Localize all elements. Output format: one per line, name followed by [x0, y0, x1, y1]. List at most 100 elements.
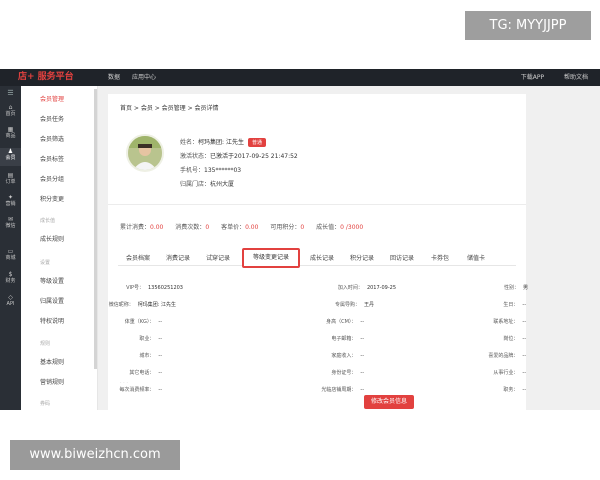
- field-label: 身份证号：: [331, 370, 357, 376]
- submenu-privilege-description[interactable]: 特权说明: [40, 318, 64, 326]
- field-label: 光临店铺周期：: [321, 387, 357, 393]
- breadcrumb: 首页 > 会员 > 会员管理 > 会员详情: [120, 105, 219, 112]
- profile-name-row: 姓名：柯玛集团: 江先生 普通: [180, 137, 266, 147]
- submenu-member-tags[interactable]: 会员标签: [40, 156, 64, 164]
- nav-data[interactable]: 数据: [108, 74, 120, 81]
- stat-points-value: 0: [300, 224, 305, 231]
- field-label: 生日：: [503, 302, 519, 308]
- field-label: 专属导购：: [334, 302, 360, 308]
- finance-icon: $: [8, 271, 13, 278]
- submenu-points-change[interactable]: 积分变更: [40, 196, 64, 204]
- field-purchase-frequency: 每次消费频率： --: [119, 386, 162, 393]
- field-label: 联系地址：: [493, 319, 519, 325]
- profile-status-label: 激活状态：: [180, 153, 211, 160]
- sidebar-member[interactable]: ♟ 会员: [0, 148, 21, 166]
- field-city: 城市： --: [139, 352, 162, 359]
- field-job-title: 职务： --: [503, 386, 526, 393]
- submenu-member-groups[interactable]: 会员分组: [40, 176, 64, 184]
- sidebar-home-label: 首页: [5, 111, 16, 117]
- submenu-scrollbar[interactable]: [94, 89, 97, 369]
- sidebar-mall-label: 商城: [5, 255, 16, 261]
- field-value: --: [522, 319, 526, 325]
- field-height: 身高（CM）： --: [326, 318, 364, 325]
- help-docs-link[interactable]: 帮助文档: [564, 74, 588, 81]
- nav-app-center[interactable]: 应用中心: [132, 74, 156, 81]
- sidebar-wechat[interactable]: ✉ 微信: [0, 216, 21, 232]
- sidebar-order-label: 订单: [5, 179, 16, 185]
- field-value: --: [522, 302, 526, 308]
- submenu-member-management[interactable]: 会员管理: [40, 96, 64, 104]
- field-value: --: [522, 336, 526, 342]
- stat-purchase-count-value: 0: [205, 224, 210, 231]
- tab-stored-value-card[interactable]: 储值卡: [458, 252, 494, 266]
- field-gender: 性别：男: [504, 284, 528, 291]
- hamburger-menu-icon[interactable]: ☰: [0, 89, 21, 97]
- profile-status-row: 激活状态：已激活于2017-09-25 21:47:52: [180, 151, 298, 160]
- submenu-marketing-rules[interactable]: 营销规则: [40, 379, 64, 387]
- tab-coupon-wallet[interactable]: 卡券包: [422, 252, 458, 266]
- detail-tabs: 会员档案 消费记录 试穿记录 等级变更记录 成长记录 积分记录 回访记录 卡券包…: [118, 248, 516, 268]
- edit-member-info-button[interactable]: 修改会员信息: [364, 395, 414, 409]
- stat-points-label: 可用积分：: [270, 224, 301, 231]
- field-label: 其它电话：: [129, 370, 155, 376]
- app-window: 店+ 服务平台 数据 应用中心 下载APP 帮助文档 ☰ ⌂ 首页 ▦ 商品 ♟…: [0, 69, 600, 410]
- avatar: [126, 134, 164, 172]
- tab-points-records[interactable]: 积分记录: [342, 252, 382, 266]
- submenu-growth-rules[interactable]: 成长规则: [40, 236, 64, 244]
- stat-avg-order-value: 0.00: [245, 224, 259, 231]
- field-value: --: [360, 387, 364, 393]
- field-value: --: [158, 336, 162, 342]
- sidebar-api[interactable]: ◇ API: [0, 294, 21, 310]
- profile-store-value: 杭州大厦: [210, 181, 235, 188]
- sidebar-mall[interactable]: ▭ 商城: [0, 248, 21, 264]
- tab-level-change-records[interactable]: 等级变更记录: [242, 248, 300, 268]
- stat-total-spend-value: 0.00: [150, 224, 164, 231]
- marketing-icon: ✦: [7, 194, 14, 201]
- tab-growth-records[interactable]: 成长记录: [302, 252, 342, 266]
- tab-fitting-records[interactable]: 试穿记录: [198, 252, 238, 266]
- submenu-level-settings[interactable]: 等级设置: [40, 278, 64, 286]
- sidebar-goods[interactable]: ▦ 商品: [0, 126, 21, 142]
- submenu-group-rules: 规则: [40, 341, 51, 347]
- brand-logo[interactable]: 店+ 服务平台: [18, 69, 74, 86]
- field-position: 岗位： --: [503, 335, 526, 342]
- tab-member-profile[interactable]: 会员档案: [118, 252, 158, 266]
- field-email: 电子邮箱： --: [331, 335, 364, 342]
- submenu-basic-rules[interactable]: 基本规则: [40, 359, 64, 367]
- field-join-date: 加入时间： 2017-09-25: [338, 284, 396, 291]
- submenu-member-tasks[interactable]: 会员任务: [40, 116, 64, 124]
- field-label: 家庭收入：: [331, 353, 357, 359]
- field-label: 喜爱的品牌：: [488, 353, 519, 359]
- submenu-member-filter[interactable]: 会员筛选: [40, 136, 64, 144]
- field-value: --: [360, 319, 364, 325]
- stat-purchase-count-label: 消费次数：: [175, 224, 206, 231]
- sidebar-marketing[interactable]: ✦ 营销: [0, 194, 21, 210]
- field-wechat-nickname: 微信昵称： 柯玛集团: 江先生: [109, 301, 176, 308]
- watermark-tg: TG: MYYJJPP: [465, 11, 591, 40]
- field-label: 加入时间：: [337, 285, 363, 291]
- sidebar-home[interactable]: ⌂ 首页: [0, 104, 21, 120]
- field-birthday: 生日： --: [503, 301, 526, 308]
- field-label: 岗位：: [503, 336, 519, 342]
- submenu-group-settings: 设置: [40, 260, 51, 266]
- tab-revisit-records[interactable]: 回访记录: [382, 252, 422, 266]
- submenu-ownership-settings[interactable]: 归属设置: [40, 298, 64, 306]
- faint-text: · · ·: [120, 380, 128, 386]
- field-value: --: [522, 387, 526, 393]
- divider: [108, 204, 526, 205]
- sidebar-order[interactable]: ▤ 订单: [0, 172, 21, 188]
- top-nav: 数据 应用中心: [108, 69, 166, 86]
- download-app-link[interactable]: 下载APP: [521, 74, 544, 81]
- field-value: --: [158, 387, 162, 393]
- field-label: 职务：: [503, 387, 519, 393]
- field-value: --: [522, 370, 526, 376]
- tab-purchase-records[interactable]: 消费记录: [158, 252, 198, 266]
- goods-icon: ▦: [7, 126, 14, 133]
- sidebar-finance[interactable]: $ 财务: [0, 271, 21, 287]
- sidebar-goods-label: 商品: [5, 133, 16, 139]
- field-label: 微信昵称：: [108, 302, 134, 308]
- profile-phone-label: 手机号：: [180, 167, 205, 174]
- profile-phone-value: 135******03: [204, 167, 242, 174]
- field-occupation: 职业： --: [139, 335, 162, 342]
- field-label: 从事行业：: [493, 370, 519, 376]
